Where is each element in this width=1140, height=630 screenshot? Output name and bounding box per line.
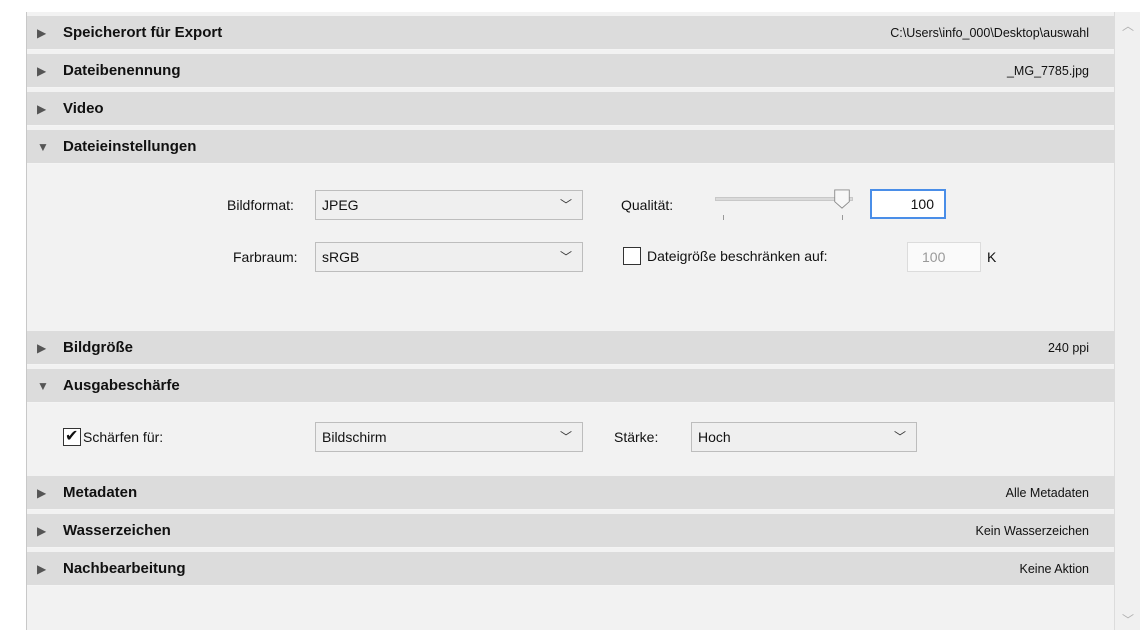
section-summary: _MG_7785.jpg — [1006, 64, 1089, 78]
slider-tick — [723, 215, 724, 220]
colorspace-value: sRGB — [322, 249, 360, 265]
chevron-down-icon: ﹀ — [559, 198, 572, 212]
section-export-location[interactable]: ▶ Speicherort für Export C:\Users\info_0… — [27, 16, 1115, 50]
section-file-naming[interactable]: ▶ Dateibenennung _MG_7785.jpg — [27, 54, 1115, 88]
section-title: Nachbearbeitung — [63, 560, 186, 577]
format-select[interactable]: JPEG ﹀ — [315, 190, 583, 220]
chevron-down-icon: ﹀ — [559, 250, 572, 264]
section-output-sharpening[interactable]: ▼ Ausgabeschärfe — [27, 369, 1115, 403]
triangle-right-icon: ▶ — [37, 562, 47, 576]
vertical-scrollbar[interactable]: ︿ ﹀ — [1114, 12, 1140, 630]
triangle-right-icon: ▶ — [37, 524, 47, 538]
quality-slider[interactable] — [715, 189, 857, 225]
quality-input[interactable]: 100 — [870, 189, 946, 219]
section-title: Bildgröße — [63, 339, 133, 356]
section-post-processing[interactable]: ▶ Nachbearbeitung Keine Aktion — [27, 552, 1115, 586]
section-summary: Alle Metadaten — [1005, 486, 1089, 500]
section-title: Video — [63, 100, 104, 117]
triangle-right-icon: ▶ — [37, 486, 47, 500]
section-summary: Kein Wasserzeichen — [975, 524, 1089, 538]
chevron-down-icon: ﹀ — [893, 430, 906, 444]
section-title: Ausgabeschärfe — [63, 377, 180, 394]
triangle-right-icon: ▶ — [37, 341, 47, 355]
section-title: Metadaten — [63, 484, 138, 501]
section-image-size[interactable]: ▶ Bildgröße 240 ppi — [27, 331, 1115, 365]
triangle-right-icon: ▶ — [37, 26, 47, 40]
sharpening-body: ✔ Schärfen für: Bildschirm ﹀ Stärke: Hoc… — [27, 404, 1115, 466]
colorspace-select[interactable]: sRGB ﹀ — [315, 242, 583, 272]
triangle-right-icon: ▶ — [37, 64, 47, 78]
limit-size-unit: K — [987, 249, 997, 265]
slider-thumb[interactable] — [833, 189, 851, 209]
export-settings-panel: ▶ Speicherort für Export C:\Users\info_0… — [26, 12, 1115, 630]
sharpen-label: Schärfen für: — [83, 429, 164, 445]
section-title: Dateibenennung — [63, 62, 181, 79]
chevron-up-icon[interactable]: ︿ — [1115, 16, 1140, 36]
chevron-down-icon: ﹀ — [559, 430, 572, 444]
section-summary: 240 ppi — [1047, 341, 1089, 355]
amount-value: Hoch — [698, 429, 731, 445]
sharpen-target-select[interactable]: Bildschirm ﹀ — [315, 422, 583, 452]
section-summary: Keine Aktion — [1019, 562, 1090, 576]
section-title: Speicherort für Export — [63, 24, 223, 41]
triangle-down-icon: ▼ — [37, 140, 49, 154]
file-settings-body: Bildformat: JPEG ﹀ Qualität: 100 Farbrau… — [27, 165, 1115, 331]
section-file-settings[interactable]: ▼ Dateieinstellungen — [27, 130, 1115, 164]
sharpen-checkbox[interactable]: ✔ — [63, 428, 81, 446]
section-watermark[interactable]: ▶ Wasserzeichen Kein Wasserzeichen — [27, 514, 1115, 548]
colorspace-label: Farbraum: — [233, 249, 298, 265]
format-value: JPEG — [322, 197, 359, 213]
section-title: Wasserzeichen — [63, 522, 171, 539]
chevron-down-icon[interactable]: ﹀ — [1115, 610, 1140, 630]
limit-size-checkbox[interactable] — [623, 247, 641, 265]
limit-size-label: Dateigröße beschränken auf: — [647, 248, 828, 264]
triangle-right-icon: ▶ — [37, 102, 47, 116]
amount-select[interactable]: Hoch ﹀ — [691, 422, 917, 452]
sharpen-target-value: Bildschirm — [322, 429, 387, 445]
amount-label: Stärke: — [614, 429, 659, 445]
slider-tick — [842, 215, 843, 220]
triangle-down-icon: ▼ — [37, 379, 49, 393]
checkmark-icon: ✔ — [65, 428, 79, 445]
section-summary: C:\Users\info_000\Desktop\auswahl — [890, 26, 1089, 40]
section-metadata[interactable]: ▶ Metadaten Alle Metadaten — [27, 476, 1115, 510]
section-video[interactable]: ▶ Video — [27, 92, 1115, 126]
section-title: Dateieinstellungen — [63, 138, 197, 155]
quality-label: Qualität: — [621, 197, 674, 213]
format-label: Bildformat: — [227, 197, 294, 213]
limit-size-input[interactable]: 100 — [907, 242, 981, 272]
